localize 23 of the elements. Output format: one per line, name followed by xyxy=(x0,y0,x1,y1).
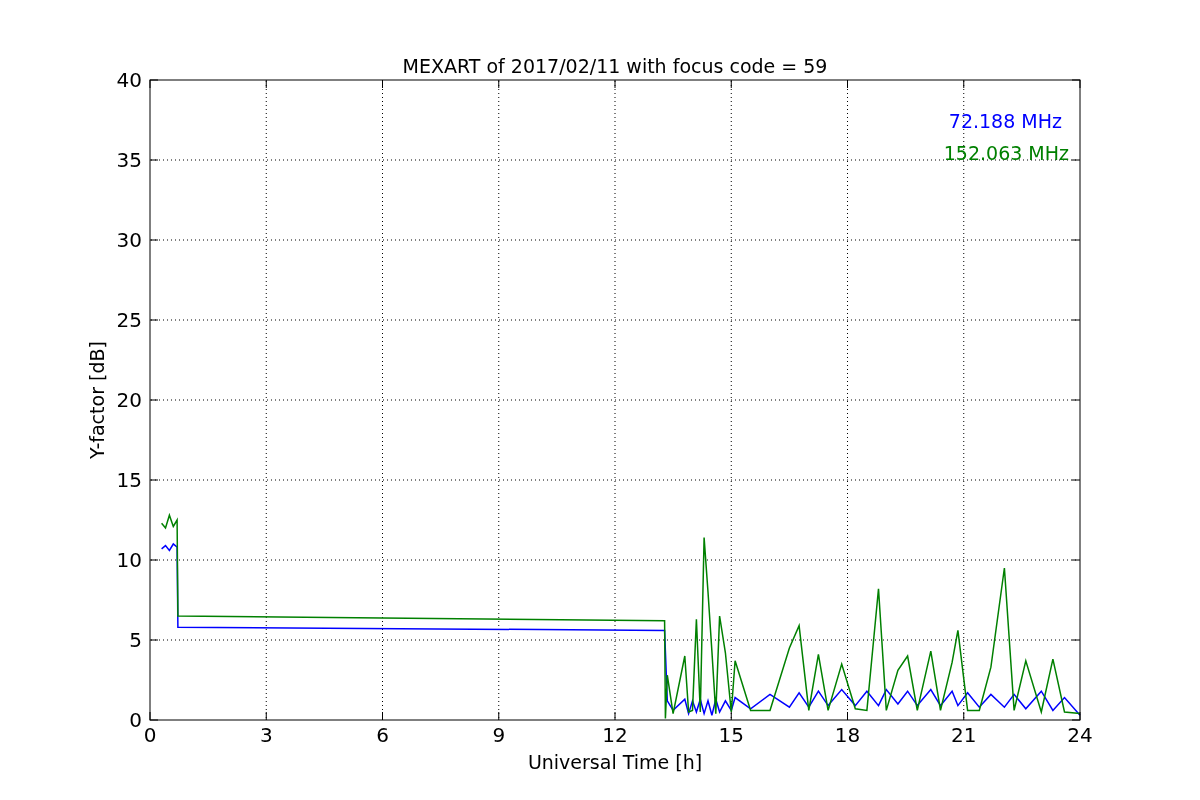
tick-label: 12 xyxy=(602,723,628,747)
legend-label: 72.188 MHz xyxy=(948,110,1062,132)
tick-label: 15 xyxy=(718,723,744,747)
tick-label: 40 xyxy=(116,68,142,92)
tick-label: 20 xyxy=(116,388,142,412)
tick-label: 21 xyxy=(951,723,977,747)
tick-label: 35 xyxy=(116,148,142,172)
tick-label: 3 xyxy=(259,723,273,747)
y-axis-label: Y-factor [dB] xyxy=(86,341,108,459)
tick-label: 5 xyxy=(129,628,142,652)
tick-label: 25 xyxy=(116,308,142,332)
tick-label: 0 xyxy=(143,723,157,747)
tick-label: 10 xyxy=(116,548,142,572)
tick-label: 0 xyxy=(129,708,142,732)
tick-label: 9 xyxy=(492,723,506,747)
tick-label: 6 xyxy=(376,723,389,747)
legend-label: 152.063 MHz xyxy=(943,142,1069,164)
tick-label: 30 xyxy=(116,228,142,252)
x-axis-label: Universal Time [h] xyxy=(527,751,703,773)
chart-title: MEXART of 2017/02/11 with focus code = 59 xyxy=(402,55,828,77)
tick-label: 18 xyxy=(834,723,861,747)
tick-label: 24 xyxy=(1067,723,1093,747)
tick-label: 15 xyxy=(116,468,142,492)
